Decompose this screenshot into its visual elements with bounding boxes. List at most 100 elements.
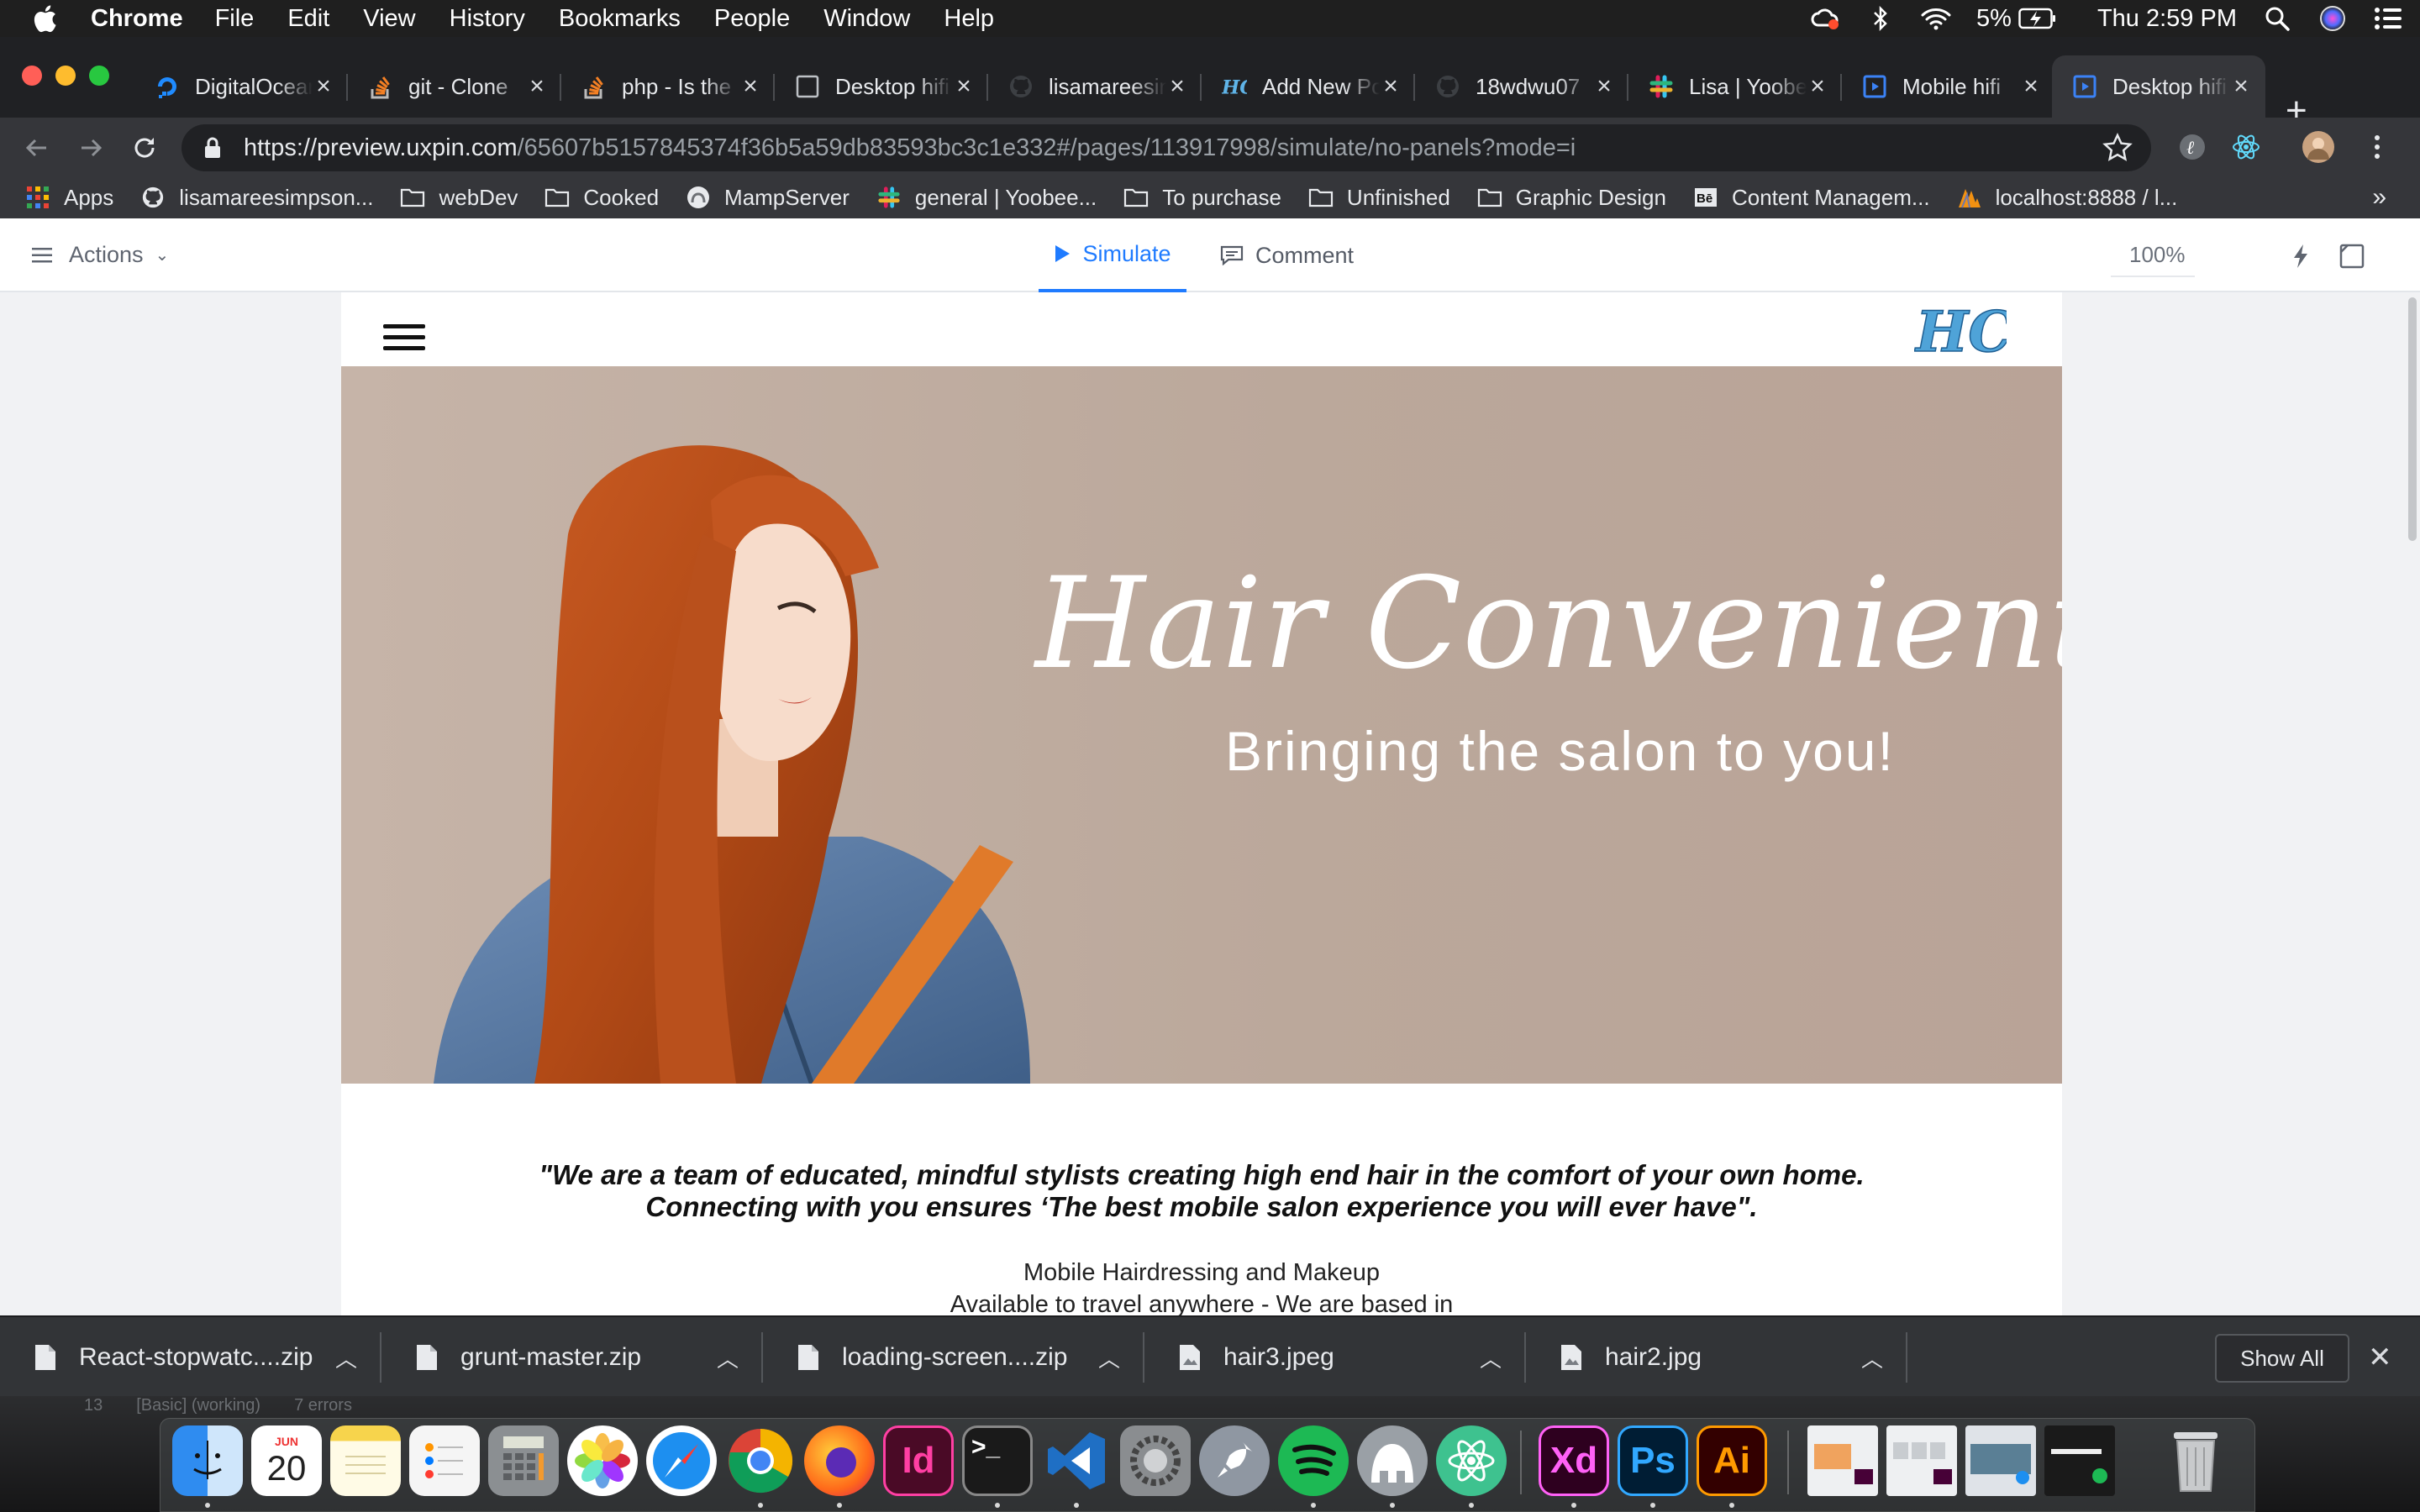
browser-tab[interactable]: Lisa | Yoobee × — [1628, 55, 1842, 118]
download-item[interactable]: grunt-master.zip ︿ — [381, 1317, 763, 1398]
window-close-button[interactable] — [22, 66, 42, 86]
lightning-icon[interactable] — [2292, 244, 2309, 269]
browser-tab[interactable]: Mobile hifi × — [1842, 55, 2055, 118]
safari-icon[interactable] — [646, 1425, 717, 1496]
minimized-window-thumbnail[interactable] — [1886, 1425, 1957, 1496]
browser-tab-active[interactable]: Desktop hifi × — [2052, 55, 2265, 118]
minimized-window-thumbnail[interactable] — [1807, 1425, 1878, 1496]
bookmark-folder[interactable]: webDev — [400, 185, 518, 211]
siri-icon[interactable] — [2317, 5, 2348, 32]
simulate-tab[interactable]: Simulate — [1039, 218, 1186, 292]
chevron-up-icon[interactable]: ︿ — [1855, 1342, 1889, 1373]
hamburger-menu-icon[interactable] — [383, 324, 425, 353]
tab-close-icon[interactable]: × — [739, 72, 761, 101]
chrome-icon[interactable] — [725, 1425, 796, 1496]
bluetooth-icon[interactable] — [1865, 5, 1896, 32]
bookmark-folder[interactable]: Unfinished — [1308, 185, 1450, 211]
menu-bookmarks[interactable]: Bookmarks — [559, 5, 681, 33]
creative-cloud-icon[interactable] — [1810, 5, 1840, 32]
photos-icon[interactable] — [567, 1425, 638, 1496]
atom-icon[interactable] — [1436, 1425, 1507, 1496]
tab-close-icon[interactable]: × — [1166, 72, 1188, 101]
calendar-icon[interactable]: JUN 20 — [251, 1425, 322, 1496]
profile-avatar[interactable] — [2301, 129, 2336, 165]
tab-close-icon[interactable]: × — [526, 72, 548, 101]
tab-close-icon[interactable]: × — [953, 72, 975, 101]
page-scrollbar[interactable] — [2405, 292, 2420, 1315]
hc-logo[interactable]: HC — [1913, 297, 2012, 365]
bookmark-mamp[interactable]: MampServer — [686, 185, 850, 211]
window-minimize-button[interactable] — [55, 66, 76, 86]
calculator-icon[interactable] — [488, 1425, 559, 1496]
menu-view[interactable]: View — [363, 5, 415, 33]
tab-close-icon[interactable]: × — [1380, 72, 1402, 101]
bookmark-folder[interactable]: To purchase — [1123, 185, 1281, 211]
chevron-up-icon[interactable]: ︿ — [1474, 1342, 1507, 1373]
bookmark-folder[interactable]: Graphic Design — [1477, 185, 1666, 211]
menu-edit[interactable]: Edit — [287, 5, 329, 33]
menu-people[interactable]: People — [714, 5, 790, 33]
tab-close-icon[interactable]: × — [313, 72, 334, 101]
window-zoom-button[interactable] — [89, 66, 109, 86]
fullscreen-icon[interactable] — [2339, 244, 2365, 269]
download-item[interactable]: React-stopwatc....zip ︿ — [0, 1317, 381, 1398]
trash-icon[interactable] — [2160, 1425, 2231, 1496]
lock-icon[interactable] — [203, 135, 225, 160]
react-devtools-icon[interactable] — [2228, 129, 2264, 165]
zoom-level[interactable]: 100% — [2129, 242, 2186, 268]
actions-menu[interactable]: Actions ⌄ — [32, 242, 169, 268]
browser-tab[interactable]: Desktop hifi × — [775, 55, 988, 118]
finder-icon[interactable] — [172, 1425, 243, 1496]
wifi-icon[interactable] — [1921, 5, 1951, 32]
menubar-clock[interactable]: Thu 2:59 PM — [2097, 5, 2237, 33]
tab-close-icon[interactable]: × — [1807, 72, 1828, 101]
close-icon[interactable]: ✕ — [2368, 1341, 2392, 1374]
bookmark-apps[interactable]: Apps — [25, 185, 113, 211]
browser-tab[interactable]: lisamareesimpson × — [988, 55, 1202, 118]
chevron-up-icon[interactable]: ︿ — [329, 1342, 363, 1373]
bookmarks-overflow-button[interactable]: » — [2372, 183, 2386, 212]
tab-close-icon[interactable]: × — [1593, 72, 1615, 101]
firefox-icon[interactable] — [804, 1425, 875, 1496]
menu-app-name[interactable]: Chrome — [91, 5, 183, 33]
menu-file[interactable]: File — [215, 5, 255, 33]
chrome-menu-icon[interactable] — [2360, 129, 2395, 165]
scrollbar-thumb[interactable] — [2408, 297, 2417, 541]
photoshop-icon[interactable]: Ps — [1618, 1425, 1688, 1496]
menu-history[interactable]: History — [450, 5, 525, 33]
menu-window[interactable]: Window — [823, 5, 910, 33]
bookmark-behance[interactable]: Bē Content Managem... — [1693, 185, 1930, 211]
download-item[interactable]: hair2.jpg ︿ — [1526, 1317, 1907, 1398]
battery-status[interactable]: 5% — [1976, 5, 2057, 33]
launchpad-icon[interactable] — [1199, 1425, 1270, 1496]
minimized-window-thumbnail[interactable] — [2044, 1425, 2115, 1496]
bookmark-slack[interactable]: general | Yoobee... — [876, 185, 1097, 211]
notification-center-icon[interactable] — [2373, 5, 2403, 32]
browser-tab[interactable]: DigitalOcean × — [134, 55, 348, 118]
browser-tab[interactable]: 18wdwu07 × — [1415, 55, 1628, 118]
back-button[interactable] — [18, 129, 55, 166]
comment-tab[interactable]: Comment — [1220, 218, 1354, 292]
reminders-icon[interactable] — [409, 1425, 480, 1496]
chevron-up-icon[interactable]: ︿ — [711, 1342, 744, 1373]
vscode-icon[interactable] — [1041, 1425, 1112, 1496]
chevron-up-icon[interactable]: ︿ — [1092, 1342, 1126, 1373]
extension-e-icon[interactable]: ℓ — [2175, 129, 2210, 165]
show-all-downloads-button[interactable]: Show All — [2215, 1334, 2349, 1383]
system-preferences-icon[interactable] — [1120, 1425, 1191, 1496]
browser-tab[interactable]: HC Add New Post × — [1202, 55, 1415, 118]
forward-button[interactable] — [72, 129, 109, 166]
spotlight-search-icon[interactable] — [2262, 5, 2292, 32]
terminal-icon[interactable]: >_ — [962, 1425, 1033, 1496]
tab-close-icon[interactable]: × — [2020, 72, 2042, 101]
download-item[interactable]: hair3.jpeg ︿ — [1144, 1317, 1526, 1398]
reload-button[interactable] — [126, 129, 163, 166]
bookmark-star-icon[interactable] — [2102, 133, 2133, 163]
indesign-icon[interactable]: Id — [883, 1425, 954, 1496]
illustrator-icon[interactable]: Ai — [1697, 1425, 1767, 1496]
spotify-icon[interactable] — [1278, 1425, 1349, 1496]
adobe-xd-icon[interactable]: Xd — [1539, 1425, 1609, 1496]
minimized-window-thumbnail[interactable] — [1965, 1425, 2036, 1496]
download-item[interactable]: loading-screen....zip ︿ — [763, 1317, 1144, 1398]
address-bar[interactable]: https://preview.uxpin.com/65607b51578453… — [182, 124, 2151, 171]
